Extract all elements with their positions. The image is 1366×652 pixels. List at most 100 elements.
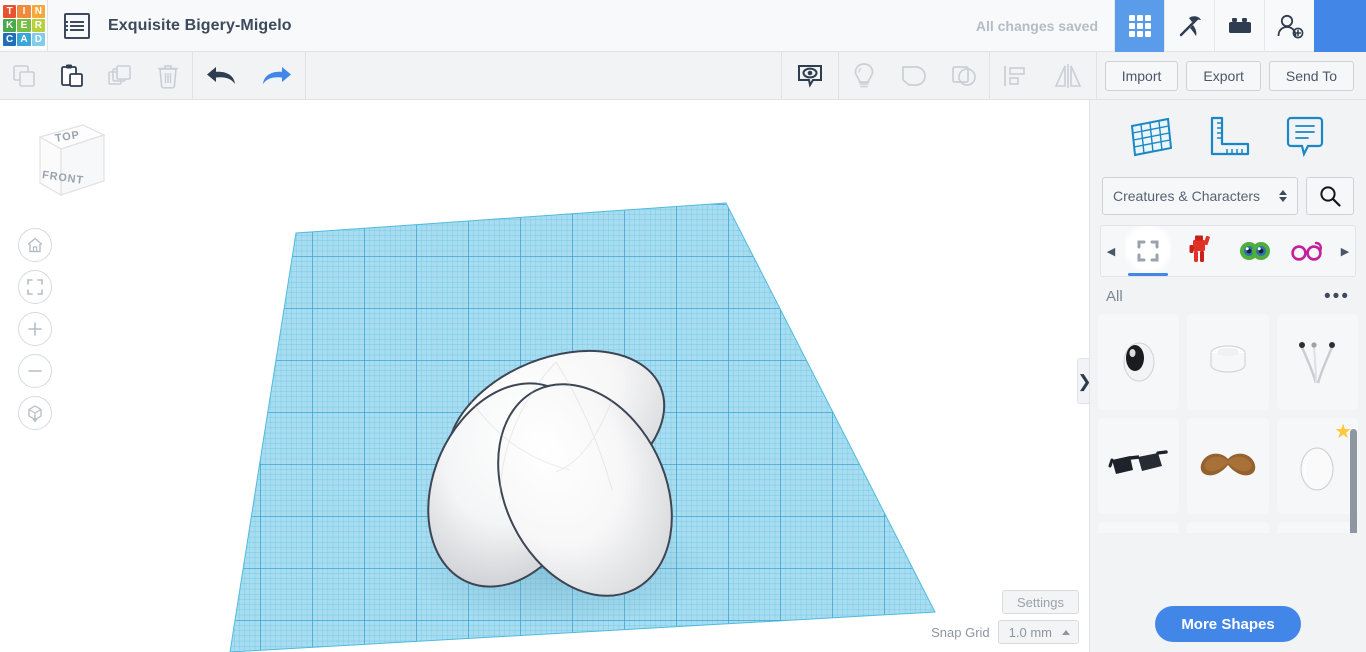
view-cube-icon — [38, 124, 106, 197]
snap-grid-value: 1.0 mm — [1008, 624, 1052, 640]
codeblocks-view-button[interactable] — [1164, 0, 1214, 52]
category-dropdown[interactable]: Creatures & Characters — [1102, 177, 1298, 215]
redo-button[interactable] — [249, 52, 305, 100]
workplane-tool-button[interactable] — [1127, 114, 1175, 165]
save-status: All changes saved — [975, 17, 1098, 34]
ortho-perspective-button[interactable] — [18, 396, 52, 430]
more-shapes-container: More Shapes — [1090, 606, 1366, 642]
logo-tile: A — [17, 33, 31, 47]
toolbar-divider — [1095, 51, 1097, 100]
category-row: Creatures & Characters — [1090, 173, 1366, 225]
snap-grid-row: Snap Grid 1.0 mm — [931, 620, 1079, 644]
pickaxe-icon — [1179, 15, 1201, 36]
note-button[interactable] — [782, 52, 838, 100]
invite-people-button[interactable] — [1264, 0, 1314, 52]
list-icon[interactable] — [64, 12, 90, 39]
shapes-panel: Creatures & Characters ◀ ▶ All ••• ★ Mor… — [1089, 100, 1366, 652]
align-icon — [1003, 65, 1025, 86]
list-item[interactable] — [1187, 522, 1269, 533]
list-item[interactable] — [1187, 418, 1269, 514]
ungroup-button[interactable] — [939, 52, 989, 100]
align-button[interactable] — [990, 52, 1040, 100]
zoom-in-button[interactable] — [18, 312, 52, 346]
copy-button[interactable] — [0, 52, 48, 100]
list-item[interactable] — [1098, 418, 1180, 514]
page-title: Exquisite Bigery-Migelo — [108, 16, 292, 34]
egg-icon — [1300, 447, 1334, 491]
delete-button[interactable] — [144, 52, 192, 100]
list-item[interactable]: ★ — [1276, 418, 1358, 514]
undo-arrow-icon — [207, 66, 235, 84]
redo-arrow-icon — [263, 66, 291, 84]
export-button[interactable]: Export — [1186, 60, 1261, 91]
settings-button[interactable]: Settings — [1002, 590, 1079, 614]
header-divider — [47, 0, 48, 52]
paste-button[interactable] — [48, 52, 96, 100]
minus-icon — [28, 370, 42, 372]
list-item[interactable] — [1098, 522, 1180, 533]
search-button[interactable] — [1306, 177, 1354, 215]
import-button[interactable]: Import — [1104, 60, 1179, 91]
group-shapes-icon — [901, 65, 926, 86]
snap-grid-label: Snap Grid — [931, 624, 990, 640]
pink-glasses-icon — [1291, 241, 1323, 261]
spinner-icon — [1279, 190, 1287, 202]
logo-tile: K — [3, 18, 17, 33]
eyeball-icon — [1123, 342, 1155, 382]
duplicate-icon — [108, 64, 131, 85]
chevron-left-icon[interactable]: ◀ — [1101, 245, 1121, 258]
show-hide-button[interactable] — [839, 52, 889, 100]
antennae-icon — [1299, 342, 1336, 384]
avatar[interactable] — [1314, 0, 1366, 52]
logo-tile: R — [31, 18, 45, 33]
ruler-tool-button[interactable] — [1204, 114, 1252, 165]
copy-icon — [13, 64, 35, 87]
grid-9-icon — [1128, 14, 1151, 37]
more-shapes-button[interactable]: More Shapes — [1155, 606, 1301, 642]
caret-up-icon — [1062, 629, 1070, 635]
view-cube[interactable]: TOP FRONT — [25, 115, 110, 210]
add-person-icon — [1277, 14, 1303, 38]
home-icon — [27, 237, 43, 253]
ungroup-shapes-icon — [951, 65, 976, 86]
send-to-button[interactable]: Send To — [1268, 60, 1354, 91]
logo-tile: T — [3, 4, 17, 18]
undo-button[interactable] — [193, 52, 249, 100]
logo-tile: N — [31, 4, 45, 18]
bricks-view-button[interactable] — [1214, 0, 1264, 52]
logo-tile: D — [31, 33, 45, 47]
mustache-icon — [1200, 453, 1256, 476]
list-item[interactable] — [1276, 522, 1358, 533]
note-eye-icon — [797, 64, 822, 88]
mirror-button[interactable] — [1040, 52, 1096, 100]
paste-icon — [61, 64, 83, 87]
category-value: Creatures & Characters — [1113, 188, 1261, 204]
home-view-button[interactable] — [18, 228, 52, 262]
list-item[interactable] — [1276, 314, 1358, 410]
trash-icon — [158, 64, 178, 89]
workplane-grid-icon — [1130, 117, 1172, 157]
view-navigation-controls — [18, 228, 52, 430]
snap-grid-dropdown[interactable]: 1.0 mm — [997, 620, 1079, 644]
panel-scrollbar[interactable] — [1350, 429, 1357, 533]
tinkercad-logo[interactable]: T I N K E R C A D — [1, 2, 47, 49]
logo-tile: C — [3, 33, 17, 47]
chevron-right-icon[interactable]: ▶ — [1335, 245, 1355, 258]
duplicate-button[interactable] — [96, 52, 144, 100]
toolbar-divider — [305, 51, 306, 100]
notes-tool-button[interactable] — [1281, 114, 1329, 165]
list-item[interactable] — [1187, 314, 1269, 410]
fit-to-view-button[interactable] — [18, 270, 52, 304]
shape-grid: ★ — [1098, 261, 1358, 533]
app-header: T I N K E R C A D Exquisite Bigery-Migel… — [0, 0, 1366, 52]
group-button[interactable] — [889, 52, 939, 100]
logo-tile: I — [17, 4, 31, 18]
cube-arrow-icon — [28, 405, 42, 423]
3d-canvas[interactable]: TOP FRONT Settings Snap Grid 1.0 mm — [0, 100, 1089, 652]
white-tooth-icon — [1210, 345, 1246, 373]
list-item[interactable] — [1098, 314, 1180, 410]
main-toolbar: Import Export Send To — [0, 51, 1366, 100]
blocks-view-button[interactable] — [1114, 0, 1164, 52]
note-bubble-icon — [1287, 116, 1324, 158]
zoom-out-button[interactable] — [18, 354, 52, 388]
